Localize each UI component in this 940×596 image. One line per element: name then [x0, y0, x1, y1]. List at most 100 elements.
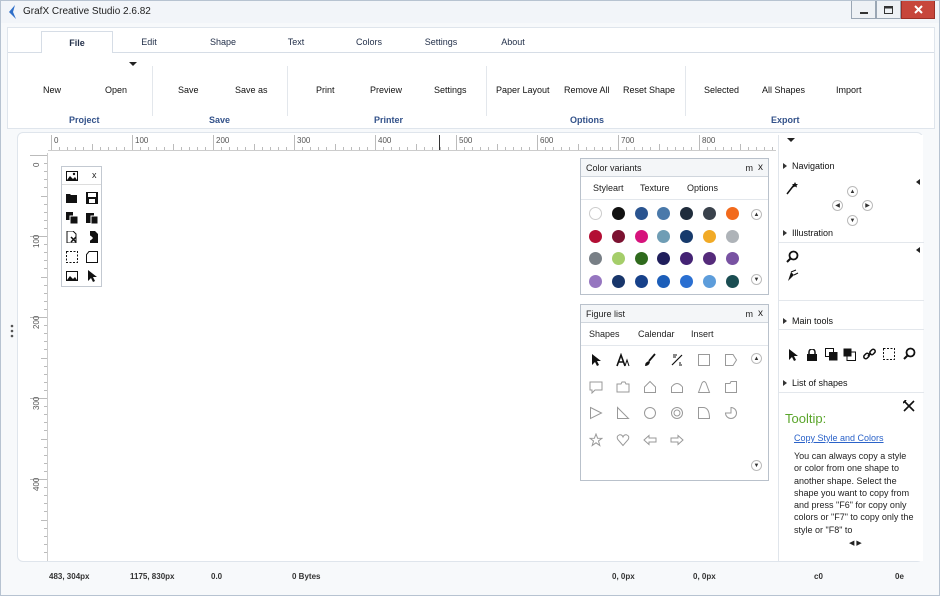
color-swatch[interactable] [611, 207, 625, 220]
page-corner-icon[interactable] [86, 251, 98, 263]
pentagon-flag-icon[interactable] [724, 353, 738, 367]
tooltip-pager-icon[interactable]: ◀ ▶ [849, 539, 862, 547]
color-swatch[interactable] [634, 252, 648, 265]
arrow-left-icon[interactable] [643, 433, 657, 447]
save-button[interactable]: Save [178, 85, 199, 95]
bell-shape-icon[interactable] [670, 380, 684, 394]
paper-layout-button[interactable]: Paper Layout [496, 85, 550, 95]
arrow-right-icon[interactable] [670, 433, 684, 447]
print-button[interactable]: Print [316, 85, 335, 95]
close-tooltip-icon[interactable] [903, 400, 915, 412]
triangle-icon[interactable] [697, 380, 711, 394]
scroll-down-icon[interactable]: ▼ [751, 460, 762, 471]
folder-tab-icon[interactable] [724, 380, 738, 394]
tab-colors[interactable]: Colors [334, 31, 404, 53]
color-swatch[interactable] [589, 207, 602, 220]
nav-up-icon[interactable]: ▲ [847, 186, 858, 197]
link-icon[interactable] [863, 348, 876, 361]
save-as-button[interactable]: Save as [235, 85, 268, 95]
color-swatch[interactable] [680, 274, 694, 288]
delete-page-icon[interactable] [66, 231, 78, 243]
nav-left-icon[interactable]: ◀ [832, 200, 843, 211]
color-swatch[interactable] [680, 207, 694, 220]
cursor-icon[interactable] [589, 353, 603, 367]
printer-settings-button[interactable]: Settings [434, 85, 467, 95]
pie-icon[interactable] [724, 406, 738, 420]
brush-icon[interactable] [643, 353, 657, 367]
zoom-search-icon[interactable] [786, 250, 799, 263]
nav-down-icon[interactable]: ▼ [847, 215, 858, 226]
tab-about[interactable]: About [478, 31, 548, 53]
section-list-of-shapes[interactable]: List of shapes [783, 378, 848, 388]
star-icon[interactable] [589, 432, 603, 447]
preview-button[interactable]: Preview [370, 85, 402, 95]
copy-icon[interactable] [66, 212, 78, 224]
color-swatch[interactable] [634, 229, 648, 243]
color-swatch[interactable] [703, 207, 716, 220]
color-swatch[interactable] [703, 274, 716, 288]
color-swatch[interactable] [611, 252, 625, 265]
right-angle-triangle-icon[interactable] [616, 406, 630, 420]
send-backward-icon[interactable] [843, 348, 856, 361]
tab-edit[interactable]: Edit [113, 31, 185, 53]
panel-grip-icon[interactable] [10, 324, 14, 338]
tab-settings[interactable]: Settings [406, 31, 476, 53]
color-swatch[interactable] [725, 252, 739, 265]
color-swatch[interactable] [725, 207, 739, 220]
export-all-shapes-button[interactable]: All Shapes [762, 85, 805, 95]
scroll-down-icon[interactable]: ▼ [751, 274, 762, 285]
color-swatch[interactable] [703, 229, 716, 243]
scroll-up-icon[interactable]: ▲ [751, 353, 762, 364]
panel-close-button[interactable]: x [758, 308, 763, 319]
tab-text[interactable]: Text [261, 31, 331, 53]
color-swatch[interactable] [680, 229, 694, 243]
scroll-up-icon[interactable]: ▲ [751, 209, 762, 220]
remove-all-button[interactable]: Remove All [564, 85, 610, 95]
tab-styleart[interactable]: Styleart [593, 183, 624, 193]
section-navigation[interactable]: Navigation [783, 161, 835, 171]
nav-right-icon[interactable]: ▶ [862, 200, 873, 211]
export-selected-button[interactable]: Selected [704, 85, 739, 95]
folder-icon[interactable] [616, 380, 630, 394]
tab-shape[interactable]: Shape [188, 31, 258, 53]
color-swatch[interactable] [680, 252, 694, 265]
color-swatch[interactable] [634, 274, 648, 288]
house-icon[interactable] [643, 380, 657, 394]
tab-calendar[interactable]: Calendar [638, 329, 675, 339]
color-swatch[interactable] [657, 252, 671, 265]
color-swatch[interactable] [657, 229, 671, 243]
color-swatch[interactable] [589, 274, 602, 288]
minimize-button[interactable] [851, 1, 876, 19]
color-swatch[interactable] [657, 207, 671, 220]
import-button[interactable]: Import [836, 85, 862, 95]
panel-minimize-button[interactable]: m [746, 309, 754, 319]
new-button[interactable]: New [43, 85, 61, 95]
color-swatch[interactable] [589, 252, 602, 265]
bring-forward-icon[interactable] [825, 348, 838, 361]
color-swatch[interactable] [611, 229, 625, 243]
save-disk-icon[interactable] [86, 192, 98, 204]
tab-insert[interactable]: Insert [691, 329, 714, 339]
tab-texture[interactable]: Texture [640, 183, 670, 193]
circle-icon[interactable] [643, 406, 657, 420]
tab-file[interactable]: File [41, 31, 113, 53]
tab-shapes[interactable]: Shapes [589, 329, 620, 339]
open-button[interactable]: Open [105, 85, 127, 95]
pointer-icon[interactable] [86, 270, 98, 282]
panel-close-button[interactable]: x [758, 162, 763, 173]
panel-minimize-button[interactable]: m [746, 163, 754, 173]
sidebar-dropdown-icon[interactable] [787, 138, 795, 142]
open-dropdown-arrow-icon[interactable] [129, 62, 137, 66]
marquee-select-icon[interactable] [883, 348, 895, 360]
zoom-icon[interactable] [903, 347, 916, 360]
reset-shape-button[interactable]: Reset Shape [623, 85, 675, 95]
paste-icon[interactable] [86, 212, 98, 224]
color-swatch[interactable] [657, 274, 671, 288]
insert-image-icon[interactable] [66, 270, 78, 282]
quarter-round-icon[interactable] [697, 406, 711, 420]
callout-icon[interactable] [589, 380, 603, 394]
select-cursor-icon[interactable] [787, 348, 799, 362]
right-triangle-play-icon[interactable] [589, 406, 603, 420]
import-page-icon[interactable] [86, 231, 98, 243]
collapse-arrow-icon[interactable] [916, 247, 920, 253]
